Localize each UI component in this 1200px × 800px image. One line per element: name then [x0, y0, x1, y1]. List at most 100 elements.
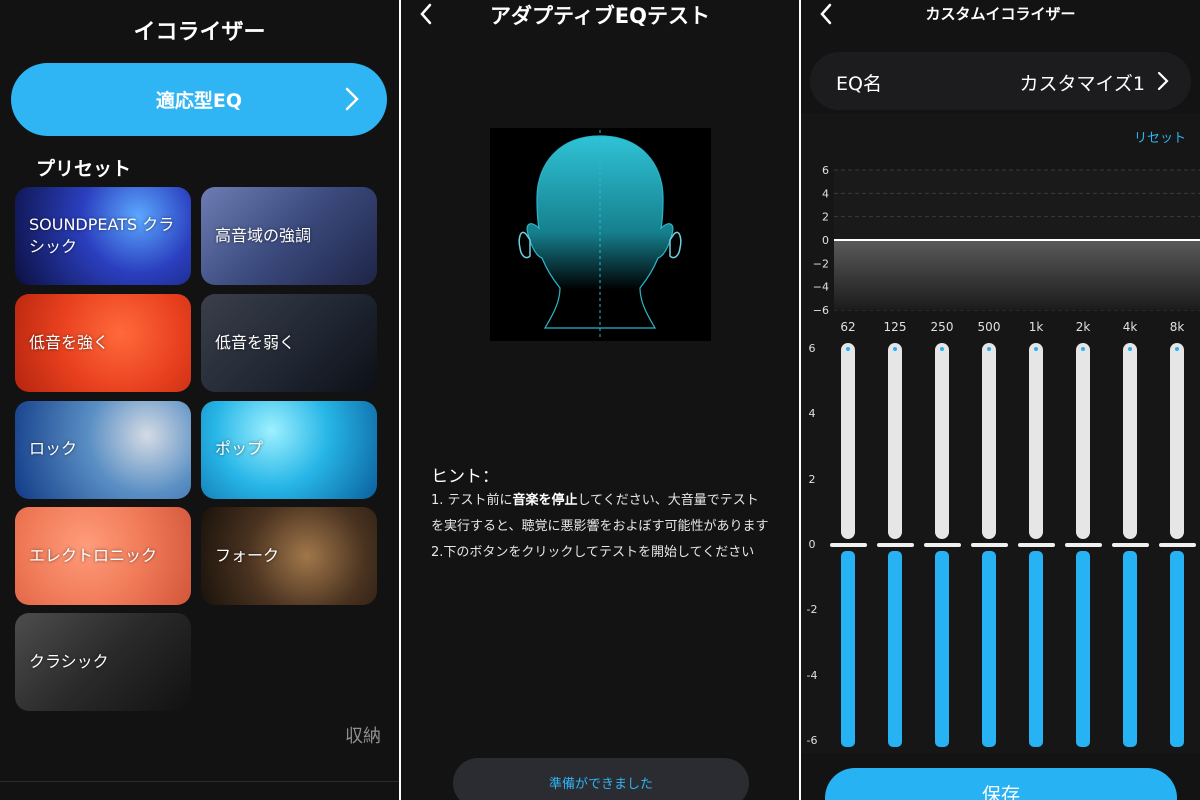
slider-top-dot — [987, 347, 991, 351]
hint-item-1: 1. テスト前に音楽を停止してください、大音量でテストを実行すると、聴覚に悪影響… — [431, 488, 771, 540]
preset-label: 低音を弱く — [215, 333, 296, 352]
band-slider-fill[interactable] — [1029, 551, 1043, 747]
frequency-label: 1k — [1028, 320, 1044, 334]
preset-folk[interactable]: フォーク — [201, 507, 377, 605]
band-slider-track[interactable] — [888, 343, 902, 539]
custom-equalizer-panel: カスタムイコライザー EQ名 カスタマイズ1 リセット 6 4 2 0 −2 −4 −6 6… — [801, 0, 1200, 800]
head-illustration — [490, 128, 711, 341]
frequency-label: 125 — [883, 320, 907, 334]
band-slider-handle[interactable] — [1065, 543, 1102, 547]
frequency-label: 4k — [1122, 320, 1138, 334]
chevron-right-icon — [1157, 71, 1169, 91]
slider-top-dot — [1081, 347, 1085, 351]
adaptive-eq-label: 適応型EQ — [155, 90, 243, 112]
hint-item-2: 2.下のボタンをクリックしてテストを開始してください — [431, 545, 755, 560]
preset-label: ポップ — [215, 439, 264, 458]
curve-tick-label: 4 — [822, 187, 829, 200]
adaptive-eq-button[interactable]: 適応型EQ — [11, 63, 387, 136]
slider-top-dot — [1034, 347, 1038, 351]
slider-tick-label: -2 — [806, 603, 818, 617]
curve-tick-label: 6 — [822, 164, 829, 177]
eq-name-row[interactable]: EQ名 カスタマイズ1 — [810, 52, 1191, 110]
page-title: カスタムイコライザー — [925, 5, 1076, 23]
frequency-label: 62 — [840, 320, 856, 334]
slider-tick-label: 6 — [808, 342, 816, 355]
curve-tick-label: 2 — [822, 211, 829, 224]
preset-soundpeats-classic[interactable]: SOUNDPEATS クラシック — [15, 187, 191, 285]
band-slider-handle[interactable] — [1018, 543, 1055, 547]
preset-label: SOUNDPEATS クラシック — [29, 215, 175, 256]
preset-treble-boost[interactable]: 高音域の強調 — [201, 187, 377, 285]
frequency-label: 500 — [977, 320, 1001, 334]
preset-electronic[interactable]: エレクトロニック — [15, 507, 191, 605]
band-slider-fill[interactable] — [935, 551, 949, 747]
band-slider-fill[interactable] — [1076, 551, 1090, 747]
band-slider-fill[interactable] — [841, 551, 855, 747]
band-slider-handle[interactable] — [924, 543, 961, 547]
curve-tick-label: −4 — [813, 281, 829, 294]
frequency-label: 250 — [930, 320, 954, 334]
band-slider-track[interactable] — [1123, 343, 1137, 539]
slider-top-dot — [1175, 347, 1179, 351]
eq-editor: リセット 6 4 2 0 −2 −4 −6 62 125 250 500 1k 2k 4k 8k 6 4 2 0… — [801, 113, 1200, 753]
eq-curve-graph: 6 4 2 0 −2 −4 −6 — [813, 164, 1200, 317]
band-slider-track[interactable] — [1076, 343, 1090, 539]
preset-label: エレクトロニック — [29, 546, 158, 565]
adaptive-eq-test-panel: アダプティブEQテスト ヒント： 1. テスト前に音楽を停止してください、大音量… — [401, 0, 799, 800]
band-slider-track[interactable] — [1170, 343, 1184, 539]
slider-top-dot — [846, 347, 850, 351]
slider-top-dot — [893, 347, 897, 351]
equalizer-panel: イコライザー 適応型EQ プリセット SOUNDPEATS クラシック 高音域の… — [0, 0, 399, 800]
curve-tick-label: 0 — [822, 234, 829, 247]
frequency-label: 2k — [1075, 320, 1091, 334]
hint-1-part-a: 1. テスト前に — [431, 493, 513, 508]
slider-top-dot — [1128, 347, 1132, 351]
preset-label: フォーク — [215, 546, 280, 565]
reset-button[interactable]: リセット — [1134, 127, 1186, 146]
ready-button[interactable]: 準備ができました — [453, 758, 749, 800]
slider-tick-label: 2 — [808, 472, 816, 486]
curve-tick-label: −2 — [813, 257, 829, 270]
preset-bass-reduce[interactable]: 低音を弱く — [201, 294, 377, 392]
eq-name-value: カスタマイズ1 — [1019, 73, 1145, 95]
save-label: 保存 — [981, 784, 1020, 800]
frequency-label: 8k — [1169, 320, 1185, 334]
preset-bass-boost[interactable]: 低音を強く — [15, 294, 191, 392]
preset-pop[interactable]: ポップ — [201, 401, 377, 499]
eq-name-label: EQ名 — [836, 73, 882, 95]
page-title: イコライザー — [133, 20, 266, 45]
slider-top-dot — [940, 347, 944, 351]
preset-label: クラシック — [29, 652, 109, 671]
ready-label: 準備ができました — [548, 777, 653, 792]
head-earbuds-icon — [518, 130, 682, 338]
band-slider-track[interactable] — [935, 343, 949, 539]
hint-heading: ヒント： — [431, 467, 499, 487]
page-title: アダプティブEQテスト — [490, 4, 710, 28]
band-slider-track[interactable] — [982, 343, 996, 539]
band-slider-handle[interactable] — [830, 543, 867, 547]
save-button[interactable]: 保存 — [825, 768, 1177, 800]
slider-tick-label: -6 — [806, 734, 818, 747]
band-slider-handle[interactable] — [1159, 543, 1196, 547]
band-slider-handle[interactable] — [1112, 543, 1149, 547]
curve-fill — [834, 240, 1200, 310]
band-slider-fill[interactable] — [982, 551, 996, 747]
band-slider-handle[interactable] — [877, 543, 914, 547]
band-slider-track[interactable] — [1029, 343, 1043, 539]
hint-1-emphasis: 音楽を停止 — [512, 493, 578, 508]
slider-tick-label: -4 — [806, 668, 818, 682]
band-slider-handle[interactable] — [971, 543, 1008, 547]
preset-label: ロック — [29, 439, 78, 458]
preset-label: 低音を強く — [29, 333, 110, 352]
chevron-right-icon — [345, 87, 359, 111]
collapse-button[interactable]: 収納 — [345, 722, 381, 748]
preset-label: 高音域の強調 — [215, 226, 312, 245]
preset-classical[interactable]: クラシック — [15, 613, 191, 711]
band-slider-fill[interactable] — [888, 551, 902, 747]
curve-tick-label: −6 — [813, 304, 829, 317]
band-slider-track[interactable] — [841, 343, 855, 539]
preset-heading: プリセット — [36, 158, 132, 180]
preset-rock[interactable]: ロック — [15, 401, 191, 499]
band-slider-fill[interactable] — [1170, 551, 1184, 747]
band-slider-fill[interactable] — [1123, 551, 1137, 747]
